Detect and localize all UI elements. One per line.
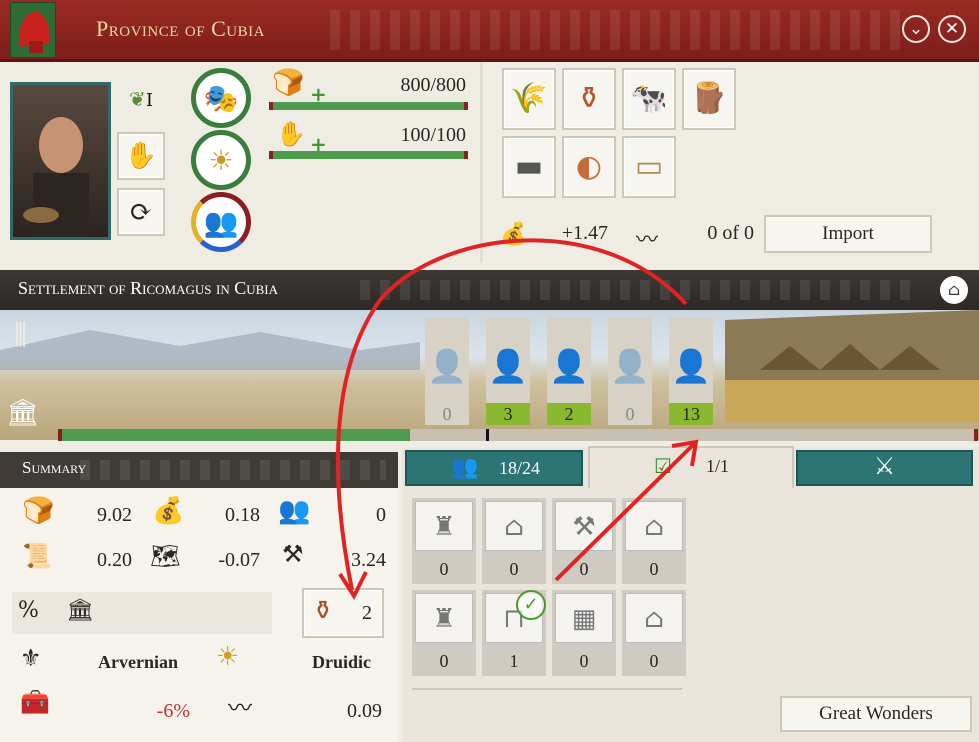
annotation-arrows	[335, 238, 699, 601]
